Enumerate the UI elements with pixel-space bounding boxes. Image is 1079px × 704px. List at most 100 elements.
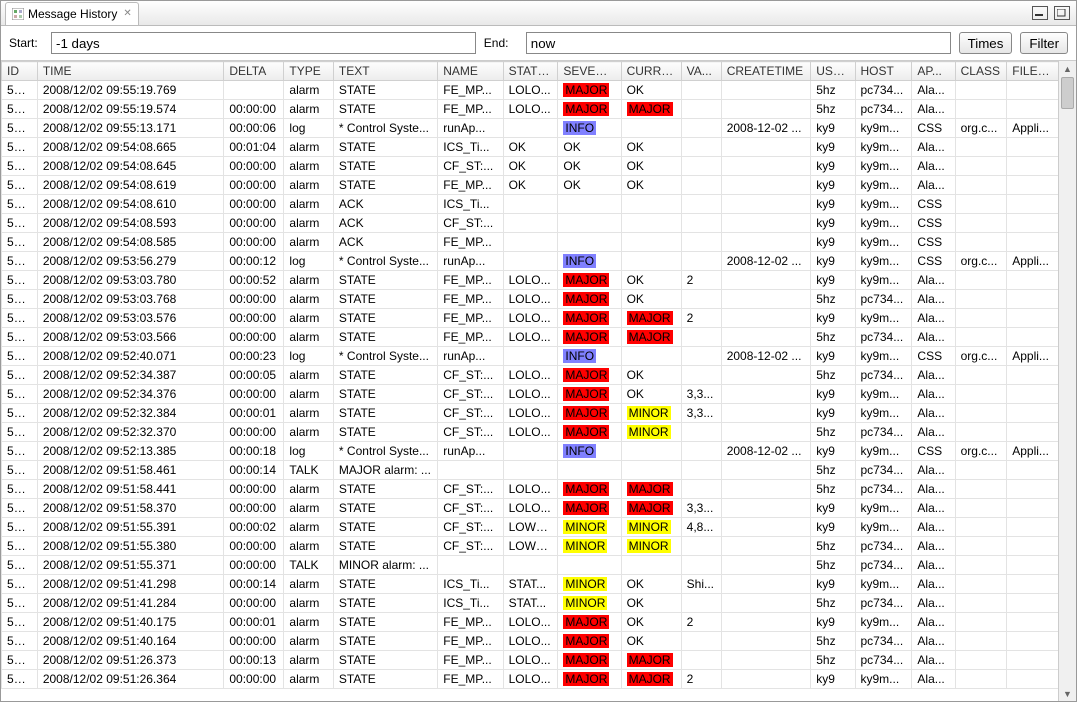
table-row[interactable]: 592862008/12/02 09:51:26.37300:00:13alar… xyxy=(2,651,1059,670)
table-row[interactable]: 592942008/12/02 09:51:58.37000:00:00alar… xyxy=(2,499,1059,518)
column-header-filen[interactable]: FILEN... xyxy=(1007,62,1059,81)
end-input[interactable] xyxy=(526,32,951,54)
column-header-type[interactable]: TYPE xyxy=(284,62,334,81)
cell-time: 2008/12/02 09:54:08.665 xyxy=(37,138,224,157)
column-header-time[interactable]: TIME xyxy=(37,62,224,81)
table-row[interactable]: 593132008/12/02 09:54:08.66500:01:04alar… xyxy=(2,138,1059,157)
cell-current: MAJOR xyxy=(621,328,681,347)
cell-class xyxy=(955,366,1007,385)
vertical-scrollbar[interactable]: ▲ ▼ xyxy=(1058,61,1076,701)
cell-type: alarm xyxy=(284,233,334,252)
column-header-id[interactable]: ID xyxy=(2,62,38,81)
table-row[interactable]: 593002008/12/02 09:52:34.37600:00:00alar… xyxy=(2,385,1059,404)
cell-value xyxy=(681,138,721,157)
column-header-class[interactable]: CLASS xyxy=(955,62,1007,81)
cell-delta: 00:00:00 xyxy=(224,556,284,575)
column-header-text[interactable]: TEXT xyxy=(333,62,437,81)
column-header-severity[interactable]: SEVERI... xyxy=(558,62,621,81)
table-row[interactable]: 593042008/12/02 09:53:03.57600:00:00alar… xyxy=(2,309,1059,328)
cell-value xyxy=(681,347,721,366)
cell-current xyxy=(621,119,681,138)
table-row[interactable]: 593162008/12/02 09:55:19.769alarmSTATEFE… xyxy=(2,81,1059,100)
column-header-user[interactable]: USER xyxy=(811,62,855,81)
minimize-button[interactable] xyxy=(1032,6,1048,20)
cell-current: OK xyxy=(621,575,681,594)
table-row[interactable]: 593082008/12/02 09:54:08.58500:00:00alar… xyxy=(2,233,1059,252)
cell-filen xyxy=(1007,651,1059,670)
table-row[interactable]: 592892008/12/02 09:51:41.28400:00:00alar… xyxy=(2,594,1059,613)
maximize-button[interactable] xyxy=(1054,6,1070,20)
cell-delta: 00:00:00 xyxy=(224,480,284,499)
close-icon[interactable]: ✕ xyxy=(123,8,131,19)
table-row[interactable]: 592982008/12/02 09:52:32.37000:00:00alar… xyxy=(2,423,1059,442)
cell-id: 59297 xyxy=(2,442,38,461)
cell-time: 2008/12/02 09:51:58.461 xyxy=(37,461,224,480)
times-button[interactable]: Times xyxy=(959,32,1013,54)
table-row[interactable]: 592952008/12/02 09:51:58.44100:00:00alar… xyxy=(2,480,1059,499)
column-header-name[interactable]: NAME xyxy=(438,62,503,81)
scroll-thumb[interactable] xyxy=(1061,77,1074,109)
table-row[interactable]: 592902008/12/02 09:51:41.29800:00:14alar… xyxy=(2,575,1059,594)
severity-badge: INFO xyxy=(563,349,596,363)
cell-text: STATE xyxy=(333,176,437,195)
scroll-up-arrow[interactable]: ▲ xyxy=(1059,61,1076,76)
cell-status: LOLO... xyxy=(503,81,558,100)
column-header-host[interactable]: HOST xyxy=(855,62,912,81)
column-header-createtime[interactable]: CREATETIME xyxy=(721,62,811,81)
cell-delta: 00:00:05 xyxy=(224,366,284,385)
header-row: IDTIMEDELTATYPETEXTNAMESTATUSSEVERI...CU… xyxy=(2,62,1059,81)
table-row[interactable]: 592912008/12/02 09:51:55.37100:00:00TALK… xyxy=(2,556,1059,575)
table-row[interactable]: 593022008/12/02 09:52:40.07100:00:23log*… xyxy=(2,347,1059,366)
cell-value xyxy=(681,233,721,252)
table-row[interactable]: 593012008/12/02 09:52:34.38700:00:05alar… xyxy=(2,366,1059,385)
end-label: End: xyxy=(484,36,518,50)
cell-value xyxy=(681,556,721,575)
table-row[interactable]: 592972008/12/02 09:52:13.38500:00:18log*… xyxy=(2,442,1059,461)
scroll-down-arrow[interactable]: ▼ xyxy=(1059,686,1076,701)
table-row[interactable]: 593072008/12/02 09:53:56.27900:00:12log*… xyxy=(2,252,1059,271)
severity-badge: MAJOR xyxy=(627,672,673,686)
table-row[interactable]: 592922008/12/02 09:51:55.38000:00:00alar… xyxy=(2,537,1059,556)
cell-delta: 00:00:06 xyxy=(224,119,284,138)
table-row[interactable]: 592962008/12/02 09:51:58.46100:00:14TALK… xyxy=(2,461,1059,480)
cell-filen xyxy=(1007,537,1059,556)
table-row[interactable]: 593102008/12/02 09:54:08.61000:00:00alar… xyxy=(2,195,1059,214)
tab-message-history[interactable]: Message History ✕ xyxy=(5,2,139,25)
cell-host: ky9m... xyxy=(855,385,912,404)
table-row[interactable]: 593092008/12/02 09:54:08.59300:00:00alar… xyxy=(2,214,1059,233)
table-row[interactable]: 592852008/12/02 09:51:26.36400:00:00alar… xyxy=(2,670,1059,689)
table-row[interactable]: 593142008/12/02 09:55:13.17100:00:06log*… xyxy=(2,119,1059,138)
start-label: Start: xyxy=(9,36,43,50)
table-row[interactable]: 592992008/12/02 09:52:32.38400:00:01alar… xyxy=(2,404,1059,423)
table-row[interactable]: 593152008/12/02 09:55:19.57400:00:00alar… xyxy=(2,100,1059,119)
table-row[interactable]: 592872008/12/02 09:51:40.16400:00:00alar… xyxy=(2,632,1059,651)
table-row[interactable]: 593052008/12/02 09:53:03.76800:00:00alar… xyxy=(2,290,1059,309)
cell-status xyxy=(503,119,558,138)
cell-delta: 00:00:00 xyxy=(224,385,284,404)
severity-badge: MINOR xyxy=(627,539,671,553)
cell-severity: OK xyxy=(558,157,621,176)
table-row[interactable]: 592882008/12/02 09:51:40.17500:00:01alar… xyxy=(2,613,1059,632)
cell-app: Ala... xyxy=(912,575,955,594)
cell-delta: 00:00:00 xyxy=(224,594,284,613)
cell-createtime xyxy=(721,309,811,328)
cell-createtime xyxy=(721,613,811,632)
cell-app: Ala... xyxy=(912,461,955,480)
column-header-app[interactable]: AP... xyxy=(912,62,955,81)
table-row[interactable]: 593032008/12/02 09:53:03.56600:00:00alar… xyxy=(2,328,1059,347)
cell-delta: 00:01:04 xyxy=(224,138,284,157)
cell-host: ky9m... xyxy=(855,404,912,423)
cell-id: 59303 xyxy=(2,328,38,347)
column-header-value[interactable]: VA... xyxy=(681,62,721,81)
cell-user: ky9 xyxy=(811,138,855,157)
table-row[interactable]: 593062008/12/02 09:53:03.78000:00:52alar… xyxy=(2,271,1059,290)
table-row[interactable]: 592932008/12/02 09:51:55.39100:00:02alar… xyxy=(2,518,1059,537)
filter-button[interactable]: Filter xyxy=(1020,32,1068,54)
column-header-delta[interactable]: DELTA xyxy=(224,62,284,81)
column-header-status[interactable]: STATUS xyxy=(503,62,558,81)
cell-class xyxy=(955,214,1007,233)
column-header-current[interactable]: CURRE... xyxy=(621,62,681,81)
table-row[interactable]: 593112008/12/02 09:54:08.61900:00:00alar… xyxy=(2,176,1059,195)
start-input[interactable] xyxy=(51,32,476,54)
table-row[interactable]: 593122008/12/02 09:54:08.64500:00:00alar… xyxy=(2,157,1059,176)
